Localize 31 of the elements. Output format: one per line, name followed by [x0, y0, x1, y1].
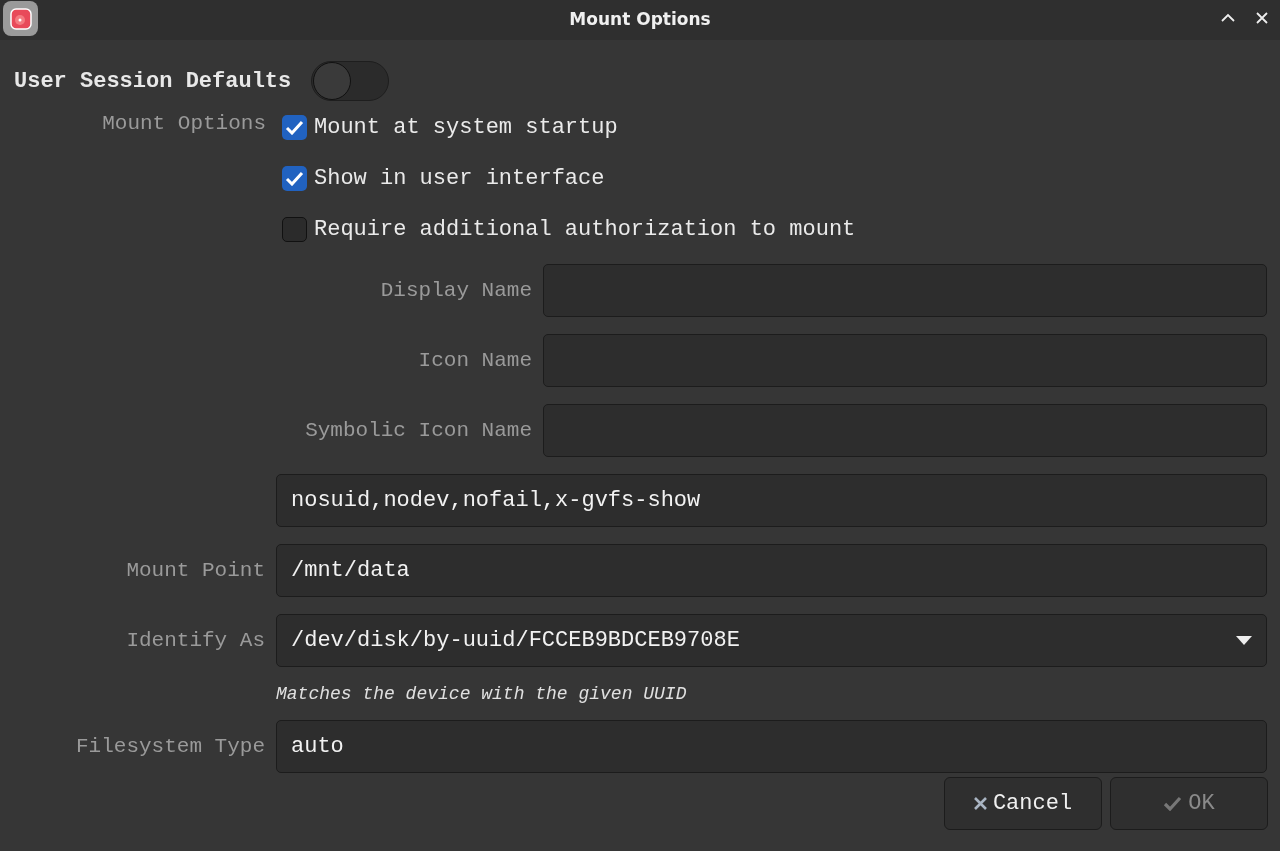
field-label: Identify As — [125, 627, 265, 654]
checkbox-label: Mount at system startup — [314, 114, 618, 142]
input-field[interactable]: nosuid,nodev,nofail,x-gvfs-show — [276, 474, 1267, 527]
close-icon — [973, 797, 987, 810]
checkbox[interactable] — [282, 166, 307, 191]
close-icon[interactable] — [1256, 12, 1268, 24]
section-title: User Session Defaults — [14, 67, 292, 96]
input-field[interactable] — [543, 264, 1267, 317]
toggle-switch[interactable] — [311, 61, 390, 101]
input-field[interactable]: auto — [276, 720, 1267, 773]
field-label: Mount Options — [101, 111, 266, 137]
input-field[interactable] — [543, 404, 1267, 457]
field-label: Display Name — [379, 277, 532, 304]
field-label: Mount Point — [125, 557, 265, 584]
app-icon — [3, 1, 38, 36]
dropdown-arrow-icon — [1236, 636, 1252, 645]
input-field[interactable]: /mnt/data — [276, 544, 1267, 597]
checkbox[interactable] — [282, 115, 307, 140]
checkbox-label: Require additional authorization to mount — [314, 216, 856, 244]
dropdown[interactable]: /dev/disk/by-uuid/FCCEB9BDCEB9708E — [276, 614, 1267, 667]
window-title: Mount Options — [569, 8, 711, 32]
input-field[interactable] — [543, 334, 1267, 387]
hint-text: Matches the device with the given UUID — [276, 683, 688, 706]
field-label: Symbolic Icon Name — [304, 417, 532, 444]
checkbox[interactable] — [282, 217, 307, 242]
checkbox-label: Show in user interface — [314, 165, 605, 193]
field-label: Filesystem Type — [74, 733, 265, 760]
maximize-icon[interactable] — [1221, 13, 1235, 23]
field-label: Icon Name — [417, 347, 532, 374]
cancel-button[interactable]: Cancel — [944, 777, 1102, 830]
checkmark-icon — [1163, 796, 1183, 811]
